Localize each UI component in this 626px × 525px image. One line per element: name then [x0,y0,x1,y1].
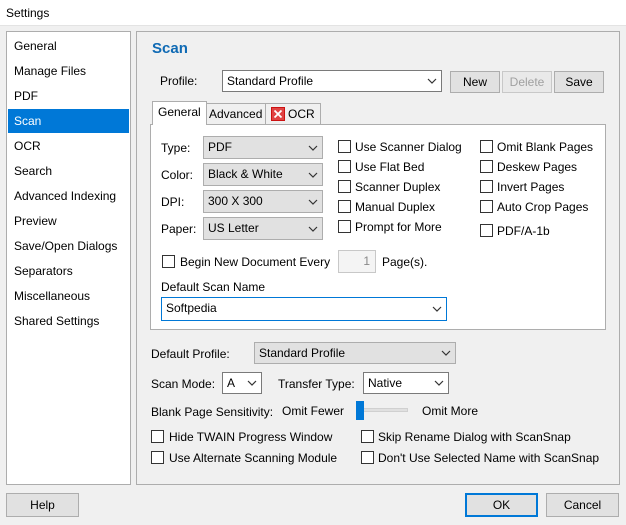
chevron-down-icon [427,71,437,91]
sidebar-item-preview[interactable]: Preview [8,209,129,233]
sidebar-item-pdf[interactable]: PDF [8,84,129,108]
scan-mode-value: A [227,376,236,390]
use-flat-bed-label: Use Flat Bed [355,160,425,174]
prompt-for-more-label: Prompt for More [355,220,442,234]
type-select-value: PDF [208,140,232,154]
default-scan-name-input[interactable]: Softpedia [161,297,447,321]
window-titlebar: Settings [0,0,626,26]
chevron-down-icon [308,137,318,158]
prompt-for-more-checkbox[interactable] [338,220,351,233]
sidebar-item-miscellaneous[interactable]: Miscellaneous [8,284,129,308]
dont-use-selected-name-checkbox[interactable] [361,451,374,464]
sidebar-item-manage-files[interactable]: Manage Files [8,59,129,83]
tab-advanced[interactable]: Advanced [203,103,269,125]
blank-page-sensitivity-label: Blank Page Sensitivity: [151,405,274,419]
dont-use-selected-name-label: Don't Use Selected Name with ScanSnap [378,451,600,465]
sidebar-item-save-open-dialogs[interactable]: Save/Open Dialogs [8,234,129,258]
dpi-label: DPI: [161,195,185,209]
chevron-down-icon [432,298,442,320]
ok-button[interactable]: OK [465,493,538,517]
omit-more-label: Omit More [422,404,479,418]
save-profile-button[interactable]: Save [554,71,604,93]
pages-count-input[interactable]: 1 [338,250,376,273]
auto-crop-pages-checkbox[interactable] [480,200,493,213]
omit-blank-pages-checkbox[interactable] [480,140,493,153]
sidebar-item-separators[interactable]: Separators [8,259,129,283]
paper-label: Paper: [161,222,197,236]
sidebar-item-shared-settings[interactable]: Shared Settings [8,309,129,333]
default-profile-select[interactable]: Standard Profile [254,342,456,364]
scan-mode-select[interactable]: A [222,372,262,394]
hide-twain-progress-label: Hide TWAIN Progress Window [169,430,333,444]
begin-new-document-checkbox[interactable] [162,255,175,268]
chevron-down-icon [247,373,257,393]
dpi-select[interactable]: 300 X 300 [203,190,323,213]
tab-ocr[interactable]: OCR [265,103,321,125]
sidebar-item-scan[interactable]: Scan [8,109,129,133]
tab-ocr-label: OCR [288,107,315,121]
chevron-down-icon [434,373,444,393]
deskew-pages-checkbox[interactable] [480,160,493,173]
pdf-a-1b-label: PDF/A-1b [497,224,550,238]
auto-crop-pages-label: Auto Crop Pages [497,200,589,214]
use-scanner-dialog-label: Use Scanner Dialog [355,140,462,154]
color-select-value: Black & White [208,167,283,181]
help-button[interactable]: Help [6,493,79,517]
scan-mode-label: Scan Mode: [151,377,216,391]
type-select[interactable]: PDF [203,136,323,159]
profile-select-value: Standard Profile [227,74,314,88]
scanner-duplex-checkbox[interactable] [338,180,351,193]
scanner-duplex-label: Scanner Duplex [355,180,441,194]
settings-sidebar: General Manage Files PDF Scan OCR Search… [6,31,131,485]
hide-twain-progress-checkbox[interactable] [151,430,164,443]
sidebar-item-ocr[interactable]: OCR [8,134,129,158]
default-profile-label: Default Profile: [151,347,230,361]
use-scanner-dialog-checkbox[interactable] [338,140,351,153]
transfer-type-label: Transfer Type: [278,377,355,391]
blank-sensitivity-slider-thumb[interactable] [356,401,364,420]
chevron-down-icon [441,343,451,363]
sidebar-item-advanced-indexing[interactable]: Advanced Indexing [8,184,129,208]
use-alternate-scanning-label: Use Alternate Scanning Module [169,451,338,465]
window-title: Settings [6,6,50,20]
tab-general[interactable]: General [152,101,207,125]
skip-rename-dialog-checkbox[interactable] [361,430,374,443]
page-title: Scan [152,40,188,57]
cancel-button[interactable]: Cancel [546,493,619,517]
omit-fewer-label: Omit Fewer [282,404,345,418]
default-profile-value: Standard Profile [259,346,346,360]
default-scan-name-value: Softpedia [166,301,217,315]
invert-pages-label: Invert Pages [497,180,565,194]
pdf-a-1b-checkbox[interactable] [480,224,493,237]
manual-duplex-checkbox[interactable] [338,200,351,213]
type-label: Type: [161,141,191,155]
default-scan-name-label: Default Scan Name [161,280,266,294]
use-flat-bed-checkbox[interactable] [338,160,351,173]
color-label: Color: [161,168,194,182]
deskew-pages-label: Deskew Pages [497,160,578,174]
chevron-down-icon [308,218,318,239]
dpi-select-value: 300 X 300 [208,194,263,208]
pages-unit-label: Page(s). [382,255,428,269]
chevron-down-icon [308,164,318,185]
manual-duplex-label: Manual Duplex [355,200,436,214]
begin-new-document-label: Begin New Document Every [180,255,331,269]
skip-rename-dialog-label: Skip Rename Dialog with ScanSnap [378,430,571,444]
sidebar-item-general[interactable]: General [8,34,129,58]
red-x-icon [271,107,285,121]
paper-select-value: US Letter [208,221,259,235]
omit-blank-pages-label: Omit Blank Pages [497,140,594,154]
delete-profile-button[interactable]: Delete [502,71,552,93]
use-alternate-scanning-checkbox[interactable] [151,451,164,464]
invert-pages-checkbox[interactable] [480,180,493,193]
profile-select[interactable]: Standard Profile [222,70,442,92]
chevron-down-icon [308,191,318,212]
transfer-type-select[interactable]: Native [363,372,449,394]
profile-label: Profile: [160,74,198,88]
sidebar-item-search[interactable]: Search [8,159,129,183]
paper-select[interactable]: US Letter [203,217,323,240]
new-profile-button[interactable]: New [450,71,500,93]
transfer-type-value: Native [368,376,403,390]
color-select[interactable]: Black & White [203,163,323,186]
